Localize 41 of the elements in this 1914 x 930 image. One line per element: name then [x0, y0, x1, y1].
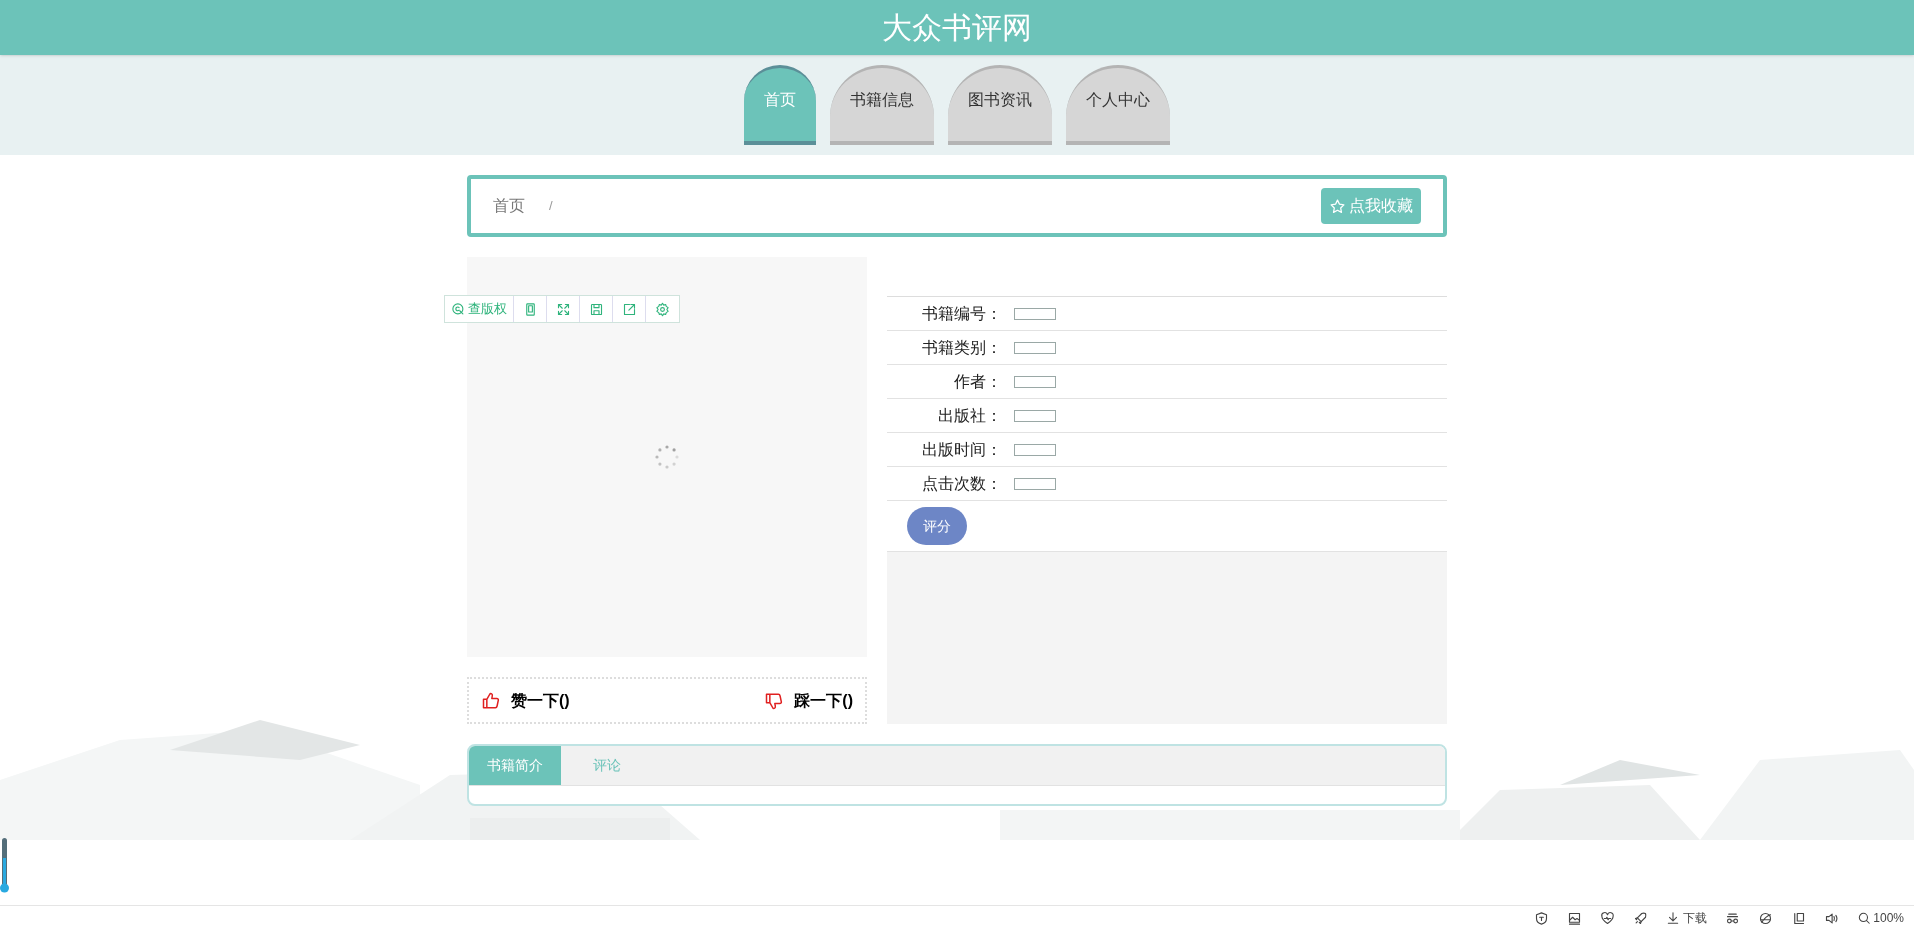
field-label: 点击次数： [921, 473, 1002, 494]
nav-tab[interactable]: 书籍信息 [830, 65, 934, 145]
download-icon [1666, 911, 1681, 925]
field-label: 作者： [953, 371, 1002, 392]
settings-icon [655, 301, 670, 317]
field-label: 出版时间： [921, 439, 1002, 460]
nav-tab[interactable]: 图书资讯 [948, 65, 1052, 145]
input-field[interactable] [1014, 341, 1056, 354]
dislike-button[interactable]: 踩一下() [764, 688, 853, 713]
input-field[interactable] [1014, 443, 1056, 456]
like-button[interactable]: 赞一下() [481, 688, 570, 713]
field-label: 书籍类别： [921, 337, 1002, 358]
rocket-icon [1633, 910, 1649, 926]
glasses-icon [1725, 910, 1741, 926]
thumbs-up-icon [481, 690, 501, 711]
search-icon [1857, 911, 1872, 925]
save-icon [588, 301, 604, 317]
input-field[interactable] [1014, 375, 1056, 388]
star-icon [1329, 197, 1346, 215]
nav-tab[interactable]: 个人中心 [1066, 65, 1170, 145]
input-field[interactable] [1014, 409, 1056, 422]
search-icon [451, 301, 466, 317]
breadcrumb-link[interactable]: 首页 [493, 194, 525, 218]
window-icon [1791, 910, 1807, 926]
input-field[interactable] [1014, 477, 1056, 490]
expand-icon [555, 301, 571, 317]
zoom-button[interactable]: 100% [1857, 909, 1904, 927]
download-button[interactable]: 下载 [1666, 909, 1708, 927]
shield-icon [1534, 910, 1550, 926]
field-label: 出版社： [937, 405, 1002, 426]
heart-icon [1600, 910, 1616, 926]
site-title: 大众书评网 [882, 10, 1032, 46]
share-icon [621, 301, 637, 317]
field-label: 书籍编号： [921, 303, 1002, 324]
input-field[interactable] [1014, 307, 1056, 320]
thermometer-icon [0, 838, 10, 894]
loading-spinner-icon [653, 443, 681, 471]
breadcrumb-separator: / [549, 197, 553, 216]
browser-icon [1758, 910, 1774, 926]
rate-button[interactable]: 评分 [907, 507, 967, 545]
image-icon [1567, 910, 1583, 926]
